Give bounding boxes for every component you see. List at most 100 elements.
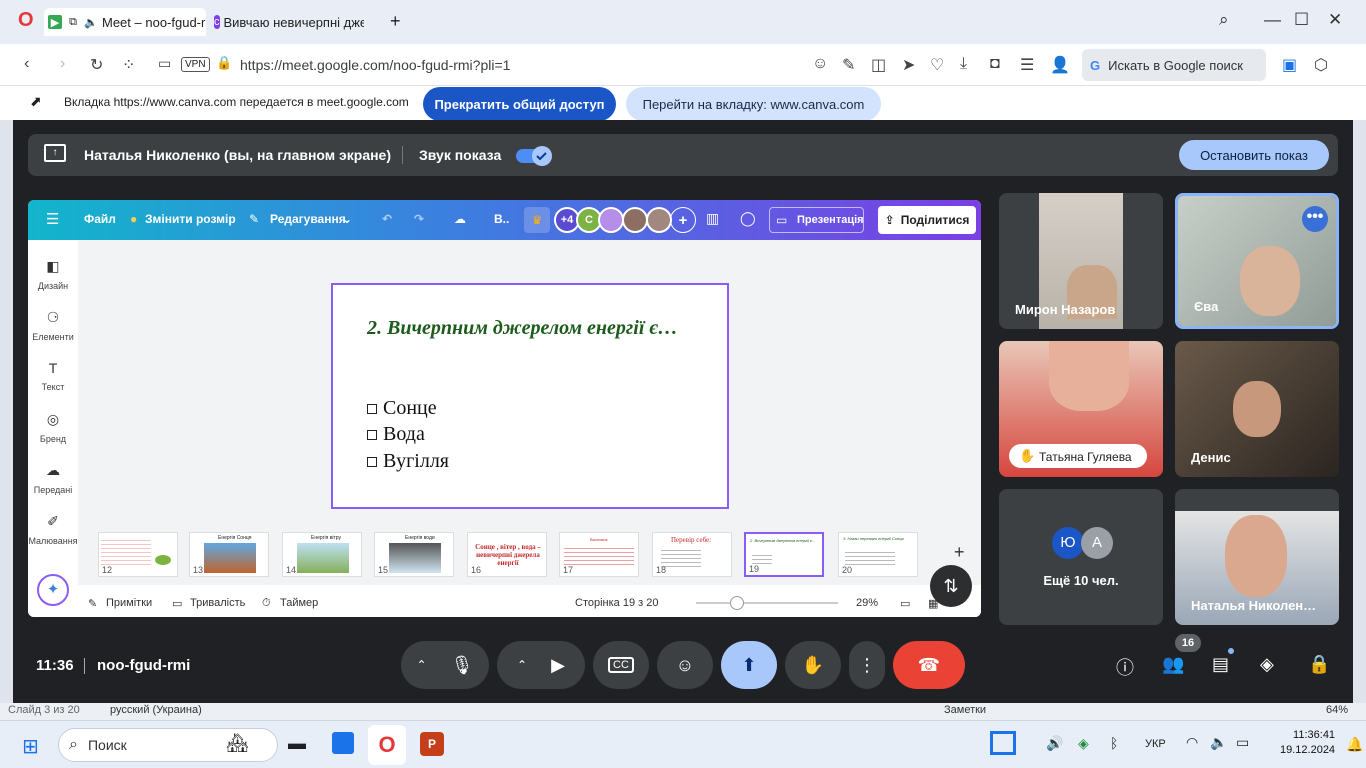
download-icon[interactable]: ⤓: [960, 55, 967, 73]
thumbnail-slide-selected[interactable]: 2. Вичерпним джерелом енергії є… 19: [744, 532, 824, 577]
cube-icon[interactable]: ⬡: [1314, 55, 1328, 75]
new-tab-icon[interactable]: +: [390, 11, 401, 32]
thumbnail-slide[interactable]: Енергія Сонця 13: [189, 532, 269, 577]
side-item-text[interactable]: T Текст: [28, 360, 78, 392]
task-view-icon[interactable]: ▬: [288, 733, 306, 754]
reactions-button[interactable]: ☺: [657, 641, 713, 689]
side-item-elements[interactable]: ⚆ Елементи: [28, 309, 78, 342]
zoom-slider-handle[interactable]: [730, 596, 744, 610]
activities-icon[interactable]: ◈: [1260, 654, 1274, 675]
forward-icon[interactable]: ›: [60, 55, 65, 73]
thumbnail-slide[interactable]: Енергія вітру 14: [282, 532, 362, 577]
stop-presenting-button[interactable]: Остановить показ: [1179, 140, 1329, 170]
edit-icon[interactable]: ✎: [842, 55, 855, 75]
add-page-icon[interactable]: +: [954, 542, 965, 563]
volume-tray-icon[interactable]: 🔊: [1046, 735, 1063, 752]
swap-tiles-button[interactable]: ⇅: [930, 565, 972, 607]
lock-icon[interactable]: 🔒: [216, 55, 232, 71]
participant-tile[interactable]: Наталья Николен…: [1175, 489, 1339, 625]
widgets-icon[interactable]: 🏘: [226, 733, 249, 754]
thumbnail-slide[interactable]: Висновок 17: [559, 532, 639, 577]
resize-menu[interactable]: Змінити розмір: [145, 212, 236, 226]
heart-icon[interactable]: ♡: [930, 55, 944, 75]
duration-button[interactable]: Тривалість: [190, 597, 245, 609]
menu-icon[interactable]: ☰: [46, 210, 59, 228]
thumbnail-slide[interactable]: Перевір себе: 18: [652, 532, 732, 577]
tab-canva[interactable]: c Вивчаю невичерпні дже: [214, 8, 364, 36]
file-menu[interactable]: Файл: [84, 212, 116, 226]
battery-icon[interactable]: ▭: [1236, 734, 1249, 751]
meeting-info-icon[interactable]: ⓘ: [1116, 654, 1134, 680]
easy-setup-icon[interactable]: ☰: [1020, 55, 1034, 75]
security-tray-icon[interactable]: ◈: [1078, 735, 1089, 752]
pages-view-icon[interactable]: ▭: [900, 597, 910, 610]
system-clock[interactable]: 11:36:41 19.12.2024: [1280, 728, 1335, 758]
camera-button[interactable]: ⌃ ▶: [497, 641, 585, 689]
host-controls-icon[interactable]: 🔒: [1308, 654, 1330, 675]
camera-icon[interactable]: ▭: [158, 55, 171, 72]
profile-icon[interactable]: 👤: [1050, 55, 1070, 75]
leave-call-button[interactable]: ☎: [893, 641, 965, 689]
powerpoint-icon[interactable]: P: [420, 732, 444, 756]
side-item-draw[interactable]: ✐ Малювання: [28, 513, 78, 546]
premium-crown-button[interactable]: ♛: [524, 207, 550, 233]
speaker-icon[interactable]: 🔈: [84, 15, 98, 29]
thumbnail-slide[interactable]: 3. Назви переваги енергії Сонця 20: [838, 532, 918, 577]
more-participants-tile[interactable]: Ю А Ещё 10 чел.: [999, 489, 1163, 625]
participant-tile[interactable]: Денис: [1175, 341, 1339, 477]
canva-share-button[interactable]: ⇪ Поділитися: [878, 206, 976, 234]
edit-menu[interactable]: Редагування: [270, 212, 346, 226]
thumbnail-slide[interactable]: 12: [98, 532, 178, 577]
chevron-up-icon[interactable]: ⌃: [517, 658, 527, 672]
people-icon[interactable]: 👥: [1162, 654, 1184, 675]
zoom-level[interactable]: 29%: [856, 597, 878, 609]
add-collaborator-icon[interactable]: +: [670, 207, 696, 233]
notifications-icon[interactable]: 🔔: [1346, 736, 1363, 753]
participant-tile[interactable]: ✋ Татьяна Гуляева: [999, 341, 1163, 477]
redo-icon[interactable]: ↷: [414, 212, 424, 226]
avatar-photo[interactable]: [622, 207, 648, 233]
chat-icon[interactable]: ▤: [1212, 654, 1229, 675]
more-options-button[interactable]: ⋮: [849, 641, 885, 689]
magic-sparkle-button[interactable]: ✦: [37, 574, 69, 606]
back-icon[interactable]: ‹: [24, 55, 29, 73]
undo-icon[interactable]: ↶: [382, 212, 392, 226]
bluetooth-tray-icon[interactable]: ᛒ: [1110, 735, 1118, 751]
snapshot-icon[interactable]: ◫: [871, 55, 886, 75]
chevron-up-icon[interactable]: ⌃: [417, 658, 427, 672]
tab-search-icon[interactable]: ⌕: [1219, 10, 1229, 30]
opera-logo-icon[interactable]: O: [18, 9, 34, 32]
extension-icon[interactable]: ◘: [990, 55, 1000, 73]
emoji-icon[interactable]: ☺: [812, 55, 828, 73]
notes-button[interactable]: Примітки: [106, 597, 152, 609]
microphone-button[interactable]: ⌃ 🎙: [401, 641, 489, 689]
language-indicator[interactable]: УКР: [1145, 738, 1166, 750]
wifi-icon[interactable]: ◠: [1186, 734, 1198, 751]
side-item-brand[interactable]: ◎ Бренд: [28, 411, 78, 444]
side-item-uploads[interactable]: ☁ Передані: [28, 462, 78, 495]
pip-icon[interactable]: ⧉: [66, 15, 80, 29]
stop-sharing-button[interactable]: Прекратить общий доступ: [423, 87, 616, 121]
cloud-icon[interactable]: ☁: [454, 212, 466, 226]
speed-dial-icon[interactable]: ⁘: [122, 55, 135, 75]
reload-icon[interactable]: ↻: [90, 55, 103, 75]
comment-icon[interactable]: ◯: [740, 210, 756, 227]
url-field[interactable]: https://meet.google.com/noo-fgud-rmi?pli…: [240, 57, 510, 73]
opera-taskbar-icon[interactable]: O: [368, 725, 406, 765]
present-button[interactable]: ▭ Презентація: [769, 207, 864, 233]
analytics-icon[interactable]: ▥: [706, 210, 719, 227]
more-options-icon[interactable]: •••: [1302, 206, 1328, 232]
maximize-icon[interactable]: ☐: [1294, 10, 1309, 30]
snap-layout-icon[interactable]: [990, 731, 1016, 755]
zoom-slider-track[interactable]: [696, 602, 838, 604]
sidebar-icon[interactable]: ▣: [1282, 55, 1297, 75]
speaker-icon[interactable]: 🔈: [1210, 734, 1227, 751]
side-item-design[interactable]: ◧ Дизайн: [28, 258, 78, 291]
share-sound-toggle[interactable]: [516, 146, 552, 166]
windows-start-icon[interactable]: ⊞: [22, 734, 39, 759]
vpn-badge[interactable]: VPN: [181, 57, 210, 72]
chevron-down-icon[interactable]: ⌄: [342, 212, 352, 226]
store-icon[interactable]: [332, 732, 354, 754]
send-icon[interactable]: ➤: [902, 55, 915, 75]
participant-tile-active[interactable]: ••• Єва: [1175, 193, 1339, 329]
